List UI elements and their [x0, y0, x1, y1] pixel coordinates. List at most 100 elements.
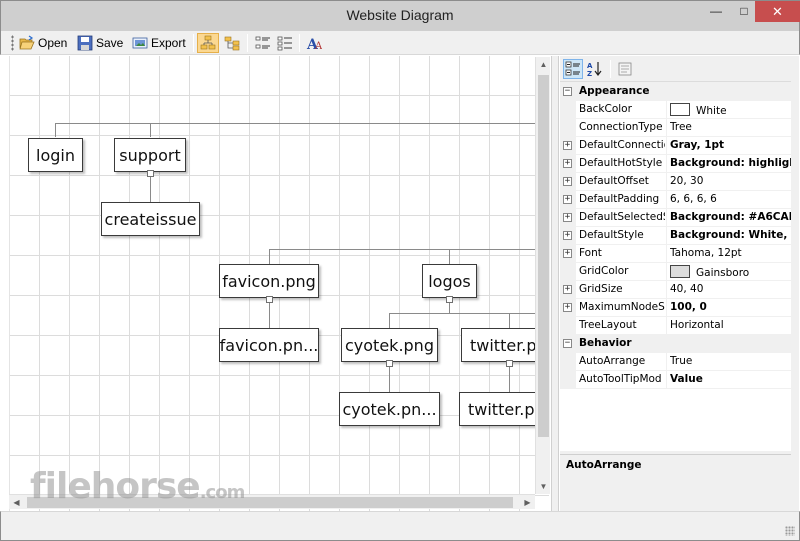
connection-line [269, 300, 270, 328]
property-row-defaultoffset[interactable]: + DefaultOffset 20, 30 [560, 173, 791, 191]
diagram-node-createissue[interactable]: createissue [101, 202, 200, 236]
property-row-font[interactable]: + Font Tahoma, 12pt [560, 245, 791, 263]
list-layout-button[interactable] [252, 33, 274, 53]
expand-icon[interactable]: + [563, 195, 572, 204]
save-button[interactable]: Save [77, 33, 123, 53]
property-grid-scrollbar[interactable] [791, 56, 799, 511]
save-disk-icon [77, 35, 93, 51]
property-value[interactable]: White [670, 103, 791, 117]
alphabetical-button[interactable]: AZ [585, 59, 605, 79]
property-value[interactable]: Background: highlight, [670, 157, 791, 169]
maximize-button[interactable]: □ [730, 1, 758, 22]
property-value[interactable]: 100, 0 [670, 301, 791, 313]
property-value[interactable]: True [670, 355, 791, 367]
scroll-left-arrow-icon[interactable]: ◀ [9, 495, 24, 510]
watermark-logo: filehorse.com [30, 466, 245, 507]
node-expand-handle[interactable] [266, 296, 273, 303]
expand-icon[interactable]: + [563, 213, 572, 222]
property-row-gridcolor[interactable]: GridColor Gainsboro [560, 263, 791, 281]
property-value[interactable]: Background: White, For [670, 229, 791, 241]
collapse-icon[interactable]: − [563, 339, 572, 348]
categorized-button[interactable] [563, 59, 583, 79]
node-expand-handle[interactable] [147, 170, 154, 177]
property-row-backcolor[interactable]: BackColor White [560, 101, 791, 119]
property-row-connectiontype[interactable]: ConnectionType Tree [560, 119, 791, 137]
property-row-defaulthotstyle[interactable]: + DefaultHotStyle Background: highlight, [560, 155, 791, 173]
property-description-panel: AutoArrange [560, 454, 791, 511]
toolbar-separator [247, 34, 248, 52]
expand-icon[interactable]: + [563, 249, 572, 258]
toolbar-grip[interactable] [11, 35, 14, 51]
horizontal-layout-button[interactable] [221, 33, 243, 53]
scroll-down-arrow-icon[interactable]: ▼ [536, 479, 551, 494]
diagram-node-login[interactable]: login [28, 138, 83, 172]
node-expand-handle[interactable] [446, 296, 453, 303]
expand-icon[interactable]: + [563, 141, 572, 150]
connection-line [150, 174, 151, 202]
scroll-right-arrow-icon[interactable]: ▶ [520, 495, 535, 510]
property-value[interactable]: 20, 30 [670, 175, 791, 187]
open-button[interactable]: Open [19, 33, 67, 53]
connection-line [509, 364, 510, 392]
property-name: BackColor [579, 103, 632, 115]
diagram-node-cyotek[interactable]: cyotek.png [341, 328, 438, 362]
category-behavior[interactable]: − Behavior [560, 335, 791, 353]
diagram-node-cyotek-child[interactable]: cyotek.pn... [339, 392, 440, 426]
expand-icon[interactable]: + [563, 177, 572, 186]
canvas-vertical-scrollbar[interactable]: ▲ ▼ [535, 57, 550, 494]
property-value[interactable]: 6, 6, 6, 6 [670, 193, 791, 205]
property-row-maximumnodesize[interactable]: + MaximumNodeSi 100, 0 [560, 299, 791, 317]
property-row-autoarrange[interactable]: AutoArrange True [560, 353, 791, 371]
property-value[interactable]: Gainsboro [670, 265, 791, 279]
expand-icon[interactable]: + [563, 285, 572, 294]
property-grid: AZ − Appearance BackColor White Connecti… [560, 56, 791, 511]
list-layout-alt-button[interactable] [274, 33, 296, 53]
node-expand-handle[interactable] [386, 360, 393, 367]
svg-text:Z: Z [587, 70, 592, 77]
sort-alphabetical-icon: AZ [587, 61, 603, 78]
property-value[interactable]: Gray, 1pt [670, 139, 791, 151]
property-row-defaultstyle[interactable]: + DefaultStyle Background: White, For [560, 227, 791, 245]
property-value[interactable]: 40, 40 [670, 283, 791, 295]
property-row-gridsize[interactable]: + GridSize 40, 40 [560, 281, 791, 299]
export-button[interactable]: Export [132, 33, 186, 53]
property-value[interactable]: Tree [670, 121, 791, 133]
tree-layout-button[interactable] [197, 33, 219, 53]
category-appearance[interactable]: − Appearance [560, 83, 791, 101]
connection-line [55, 123, 549, 124]
scroll-thumb[interactable] [538, 75, 549, 437]
property-value[interactable]: Value [670, 373, 791, 385]
property-pages-button[interactable] [615, 59, 635, 79]
property-name: Font [579, 247, 602, 259]
scroll-up-arrow-icon[interactable]: ▲ [536, 57, 551, 72]
svg-text:A: A [314, 41, 322, 51]
resize-grip-icon[interactable] [785, 526, 795, 536]
property-value[interactable]: Background: #A6CAF0, [670, 211, 791, 223]
node-expand-handle[interactable] [506, 360, 513, 367]
property-row-defaultconnection[interactable]: + DefaultConnectio Gray, 1pt [560, 137, 791, 155]
expand-icon[interactable]: + [563, 159, 572, 168]
expand-icon[interactable]: + [563, 231, 572, 240]
property-row-autotooltipmode[interactable]: AutoToolTipMod Value [560, 371, 791, 389]
font-button[interactable]: AA [303, 33, 325, 53]
category-label: Appearance [579, 85, 650, 97]
property-row-defaultpadding[interactable]: + DefaultPadding 6, 6, 6, 6 [560, 191, 791, 209]
export-icon [132, 35, 148, 51]
close-button[interactable]: ✕ [755, 1, 800, 22]
property-row-defaultselectedstyle[interactable]: + DefaultSelectedS Background: #A6CAF0, [560, 209, 791, 227]
minimize-button[interactable]: — [702, 1, 730, 22]
diagram-canvas[interactable]: login support createissue favicon.png lo… [9, 56, 549, 511]
diagram-node-support[interactable]: support [114, 138, 186, 172]
collapse-icon[interactable]: − [563, 87, 572, 96]
diagram-node-favicon[interactable]: favicon.png [219, 264, 319, 298]
panel-splitter[interactable] [551, 56, 559, 511]
property-value[interactable]: Horizontal [670, 319, 791, 331]
diagram-node-logos[interactable]: logos [422, 264, 477, 298]
diagram-node-favicon-child[interactable]: favicon.pn... [219, 328, 319, 362]
list-layout-icon [255, 35, 271, 51]
property-value[interactable]: Tahoma, 12pt [670, 247, 791, 259]
property-row-treelayout[interactable]: TreeLayout Horizontal [560, 317, 791, 335]
connection-line [269, 249, 549, 250]
save-label: Save [96, 36, 124, 50]
expand-icon[interactable]: + [563, 303, 572, 312]
